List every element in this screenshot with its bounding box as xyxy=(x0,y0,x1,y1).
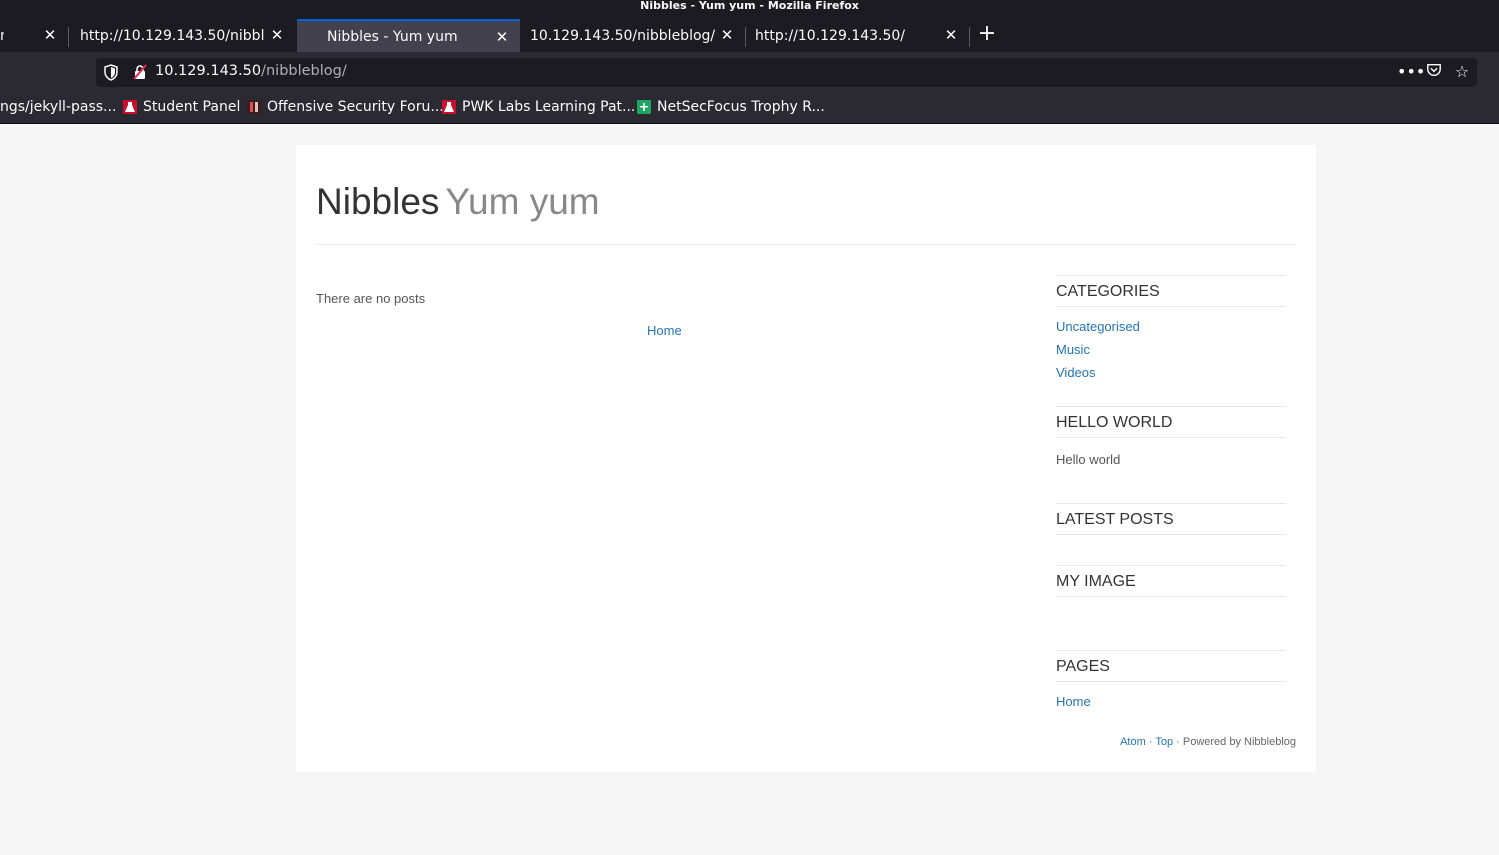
atom-feed-link[interactable]: Atom xyxy=(1120,736,1146,748)
tab-nibbleblog[interactable]: http://10.129.143.50/nibbleblog/ ✕ xyxy=(70,19,295,52)
flask-icon xyxy=(123,100,137,114)
bookmark-offsec-forum[interactable]: Offensive Security Foru... xyxy=(247,99,444,115)
bookmark-label: Offensive Security Foru... xyxy=(267,99,444,115)
no-posts-message: There are no posts xyxy=(316,291,426,306)
tab-label: Nibbles - Yum yum xyxy=(327,28,458,45)
close-icon[interactable]: ✕ xyxy=(494,29,510,45)
close-icon[interactable]: ✕ xyxy=(269,27,285,43)
url-path: /nibbleblog/ xyxy=(261,63,347,79)
hello-world-text: Hello world xyxy=(1056,452,1121,467)
header-divider xyxy=(316,244,1296,245)
close-icon[interactable]: ✕ xyxy=(719,27,735,43)
forum-icon xyxy=(247,100,261,114)
tab-nibbles-active[interactable]: Nibbles - Yum yum ✕ xyxy=(297,19,520,52)
pocket-icon[interactable] xyxy=(1425,62,1443,82)
tab-feed[interactable]: 10.129.143.50/nibbleblog/feed.php ✕ xyxy=(520,19,745,52)
plugin-title: LATEST POSTS xyxy=(1056,504,1286,535)
bookmark-label: Student Panel xyxy=(143,99,241,115)
bookmark-label: NetSecFocus Trophy R... xyxy=(657,99,825,115)
tab-label: http://10.129.143.50/ xyxy=(755,27,906,44)
plugin-title: PAGES xyxy=(1056,651,1286,682)
address-bar[interactable]: 10.129.143.50/nibbleblog/ ••• ☆ xyxy=(96,58,1477,87)
tab-root[interactable]: http://10.129.143.50/ ✕ xyxy=(746,19,969,52)
tab-label: http://10.129.143.50/nibbleblog/ xyxy=(80,27,264,44)
new-tab-plus-icon[interactable]: + xyxy=(975,23,999,47)
flask-icon xyxy=(442,100,456,114)
bookmarks-toolbar: ngs/jekyll-pass... Student Panel Offensi… xyxy=(0,92,1499,124)
bookmark-student-panel[interactable]: Student Panel xyxy=(123,99,240,115)
insecure-lock-icon[interactable] xyxy=(132,64,148,80)
bookmark-label: ngs/jekyll-pass... xyxy=(0,99,117,115)
plugin-title: MY IMAGE xyxy=(1056,566,1286,597)
navigation-bar: 10.129.143.50/nibbleblog/ ••• ☆ xyxy=(0,52,1499,92)
plugin-my-image: MY IMAGE xyxy=(1056,565,1286,597)
sheet-icon xyxy=(637,100,651,114)
category-link-music[interactable]: Music xyxy=(1056,342,1286,365)
plugin-title: HELLO WORLD xyxy=(1056,407,1286,438)
close-icon[interactable]: ✕ xyxy=(943,27,959,43)
bookmark-star-icon[interactable]: ☆ xyxy=(1453,62,1471,82)
more-actions-icon[interactable]: ••• xyxy=(1397,62,1425,82)
tab-separator xyxy=(969,27,970,47)
pager-home-link[interactable]: Home xyxy=(647,323,682,338)
top-link[interactable]: Top xyxy=(1155,736,1173,748)
tracking-shield-icon[interactable] xyxy=(104,64,118,81)
tab-partial[interactable]: n ✕ xyxy=(0,19,68,52)
footer: Atom · Top · Powered by Nibbleblog xyxy=(1120,736,1296,748)
page-link-home[interactable]: Home xyxy=(1056,694,1286,717)
tab-label: 10.129.143.50/nibbleblog/feed.php xyxy=(530,27,715,44)
plugin-categories: CATEGORIES Uncategorised Music Videos xyxy=(1056,275,1286,388)
bookmark-label: PWK Labs Learning Pat... xyxy=(462,99,636,115)
category-link-videos[interactable]: Videos xyxy=(1056,365,1286,388)
plugin-hello-world: HELLO WORLD Hello world xyxy=(1056,406,1286,467)
bookmark-pwk-labs[interactable]: PWK Labs Learning Pat... xyxy=(442,99,635,115)
plugin-title: CATEGORIES xyxy=(1056,276,1286,307)
blog-header: Nibbles Yum yum xyxy=(316,181,600,223)
footer-separator: · xyxy=(1145,736,1156,748)
tab-bar: n ✕ http://10.129.143.50/nibbleblog/ ✕ N… xyxy=(0,15,1499,52)
plugin-pages: PAGES Home xyxy=(1056,650,1286,717)
url-host: 10.129.143.50 xyxy=(155,63,262,79)
powered-by-text: · Powered by Nibbleblog xyxy=(1173,736,1296,748)
window-title: Nibbles - Yum yum - Mozilla Firefox xyxy=(0,0,1499,15)
bookmark-jekyll[interactable]: ngs/jekyll-pass... xyxy=(0,99,116,115)
bookmark-netsecfocus[interactable]: NetSecFocus Trophy R... xyxy=(637,99,825,115)
blog-container: Nibbles Yum yum There are no posts Home C… xyxy=(296,145,1316,772)
close-icon[interactable]: ✕ xyxy=(42,27,58,43)
tab-separator xyxy=(68,27,69,47)
url-text[interactable]: 10.129.143.50/nibbleblog/ xyxy=(155,63,347,79)
plugin-latest-posts: LATEST POSTS xyxy=(1056,503,1286,535)
blog-slogan: Yum yum xyxy=(445,181,600,222)
category-link-uncategorised[interactable]: Uncategorised xyxy=(1056,319,1286,342)
blog-name[interactable]: Nibbles xyxy=(316,181,439,222)
